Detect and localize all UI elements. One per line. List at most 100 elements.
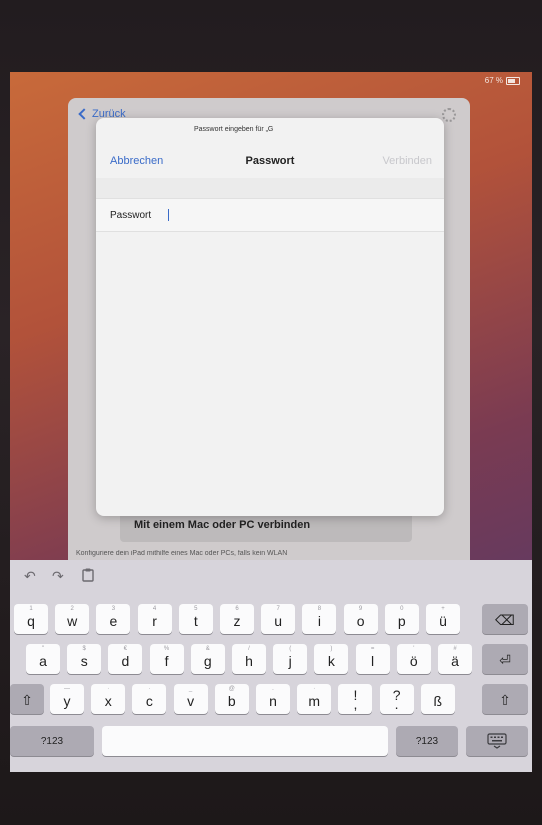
key-hint: · (313, 686, 316, 692)
key-label: y (63, 693, 71, 709)
key-n[interactable]: .n (256, 684, 290, 714)
key-label: p (397, 613, 406, 629)
key-label: t (193, 613, 198, 629)
key-label: x (104, 693, 112, 709)
battery-icon (506, 76, 520, 85)
key-label: e (109, 613, 118, 629)
key-hint: — (64, 686, 70, 692)
key-o[interactable]: 9o (343, 604, 378, 634)
key-label: ? . (392, 687, 401, 712)
key-u[interactable]: 7u (261, 604, 296, 634)
key-ä[interactable]: # ä (438, 644, 472, 674)
key-label: o (356, 613, 365, 629)
key-hint: 4 (152, 606, 157, 612)
key-r[interactable]: 4r (137, 604, 172, 634)
key-y[interactable]: — y (50, 684, 84, 714)
key-c[interactable]: · c (132, 684, 167, 714)
key-hint: 0 (400, 606, 404, 612)
key-z[interactable]: 6z (220, 604, 254, 634)
key-label: ⇧ (499, 692, 511, 708)
key-ö[interactable]: ' ö (396, 644, 431, 674)
password-prompt: Passwort eingeben für „G (194, 126, 274, 133)
key-d[interactable]: € d (108, 644, 143, 674)
chevron-left-icon (78, 108, 90, 120)
key-hint: # (453, 646, 457, 652)
key-label: ö (409, 653, 418, 669)
loading-spinner-icon (442, 108, 456, 122)
connect-button[interactable]: Verbinden (382, 155, 432, 167)
device-frame: 67 % Zurück Mit einem Mac oder PC verbin… (0, 0, 542, 825)
key-hint: = (370, 646, 375, 652)
shift-key-left[interactable]: ⇧ (10, 684, 44, 714)
key-label: s (80, 653, 88, 669)
onscreen-keyboard: ↶ ↷ 1 q 2 w 3 e 4 r 5 t 6 z 7 u 8 i 9 o 0 p + ü ⌫ " a $ s € d% f & g / h(… (10, 560, 532, 772)
key-hint: · (148, 686, 151, 692)
key-p[interactable]: 0p (384, 604, 419, 634)
key-hint: 6 (235, 606, 239, 612)
key-label: g (203, 653, 212, 669)
key-hint: % (163, 646, 170, 652)
key-label: ß (433, 693, 443, 709)
key-l[interactable]: = l (355, 644, 390, 674)
prompt-glare (286, 122, 432, 136)
cancel-button[interactable]: Abbrechen (110, 155, 163, 167)
key-hint: 3 (111, 606, 116, 612)
key-k[interactable]: ) k (314, 644, 349, 674)
key-label: n (269, 693, 277, 709)
key-label: i (317, 613, 321, 629)
clipboard-glyph (82, 568, 94, 582)
key-ü[interactable]: + ü (426, 604, 460, 634)
key-label: d (121, 653, 130, 669)
key-s[interactable]: $ s (67, 644, 102, 674)
key-hint: ' (413, 646, 415, 652)
key-? .[interactable]: ? . (379, 684, 414, 714)
key-hint: 8 (317, 606, 322, 612)
dialog-header: Abbrechen Passwort Verbinden (96, 144, 444, 179)
battery-percent: 67 % (484, 76, 503, 85)
key-label: b (227, 693, 236, 709)
key-ß[interactable]: ß (420, 684, 455, 714)
numbers-key-right[interactable]: ?123 (396, 726, 458, 756)
status-bar: 67 % (485, 76, 520, 85)
key-hint: + (441, 606, 445, 612)
redo-icon[interactable]: ↷ (52, 568, 64, 585)
key-w[interactable]: 2w (55, 604, 90, 634)
key-label: ! , (353, 687, 358, 712)
key-hint: / (248, 646, 250, 652)
key-j[interactable]: (j (273, 644, 308, 674)
key-hint: & (205, 646, 210, 652)
key-label: ä (451, 653, 459, 669)
numbers-key-left[interactable]: ?123 (10, 726, 94, 756)
key-label: f (164, 653, 169, 669)
key-e[interactable]: 3e (96, 604, 131, 634)
backspace-key[interactable]: ⌫ (482, 604, 528, 634)
key-x[interactable]: · x (91, 684, 126, 714)
key-hint: € (123, 646, 128, 652)
key-hint: ( (289, 646, 292, 652)
shift-key-right[interactable]: ⇧ (482, 684, 528, 714)
hide-keyboard-key[interactable] (466, 726, 528, 756)
key-hint: _ (188, 686, 193, 692)
key-b[interactable]: @ b (214, 684, 249, 714)
password-dialog: Passwort eingeben für „G Abbrechen Passw… (96, 118, 444, 516)
key-g[interactable]: & g (190, 644, 225, 674)
clipboard-icon[interactable] (82, 568, 94, 585)
key-q[interactable]: 1q (14, 604, 48, 634)
key-t[interactable]: 5t (178, 604, 213, 634)
password-input[interactable] (169, 209, 419, 221)
return-key[interactable]: ⏎ (482, 644, 528, 674)
key-a[interactable]: " a (26, 644, 60, 674)
key-i[interactable]: 8i (302, 604, 337, 634)
password-row[interactable]: Passwort (96, 198, 444, 232)
key-f[interactable]: % f (149, 644, 184, 674)
key-! ,[interactable]: ! , (338, 684, 373, 714)
key-m[interactable]: · m (297, 684, 332, 714)
section-gap (96, 178, 444, 198)
undo-icon[interactable]: ↶ (24, 568, 36, 585)
key-h[interactable]: / h (232, 644, 266, 674)
key-v[interactable]: _ v (173, 684, 208, 714)
space-key[interactable] (102, 726, 388, 756)
key-hint: ) (330, 646, 333, 652)
key-label: m (308, 693, 321, 709)
key-label: k (327, 653, 335, 669)
